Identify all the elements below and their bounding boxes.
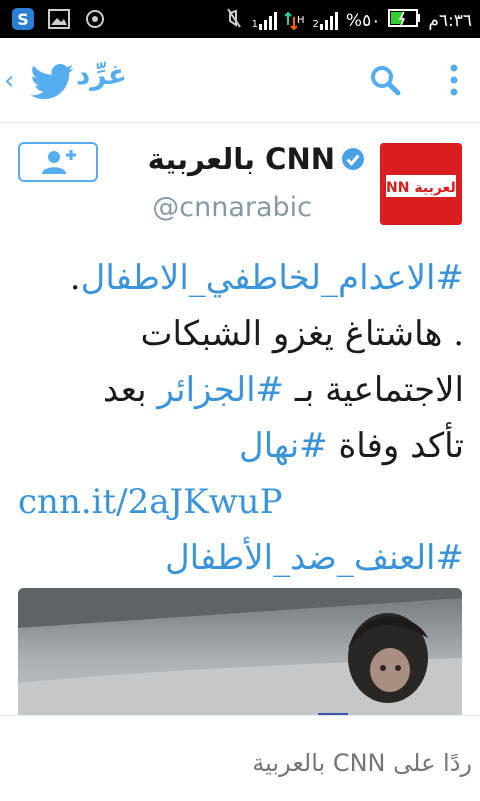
- page-title: غرِّد: [76, 58, 127, 91]
- hashtag-link[interactable]: #الجزائر: [157, 370, 284, 410]
- app-header: ‹ غرِّد: [0, 38, 480, 123]
- tweet-photo[interactable]: [18, 588, 462, 728]
- avatar[interactable]: CNN بالعربية: [380, 143, 462, 225]
- tweet-line-1: #الاعدام_لخاطفي_الاطفال.: [69, 258, 464, 298]
- mute-icon: [224, 7, 244, 34]
- tweet-line-2: . هاشتاغ يغزو الشبكات: [140, 314, 465, 354]
- svg-text:S: S: [17, 10, 29, 29]
- profile-name[interactable]: CNN بالعربية: [148, 142, 335, 176]
- gallery-icon: [46, 6, 72, 32]
- profile-handle[interactable]: @cnnarabic: [152, 192, 312, 223]
- hashtag-link[interactable]: #نهال: [239, 426, 328, 466]
- profile-name-row: CNN بالعربية: [148, 142, 365, 176]
- overflow-menu-icon[interactable]: [440, 60, 468, 100]
- reply-input[interactable]: [10, 742, 474, 784]
- add-user-icon: [42, 150, 76, 174]
- tweet-text: #الاعدام_لخاطفي_الاطفال. . هاشتاغ يغزو ا…: [18, 250, 464, 586]
- signal-1-icon: 1: [252, 11, 278, 30]
- clock: ٦:٣٦م: [428, 10, 472, 31]
- data-arrows-icon: H: [285, 11, 305, 31]
- follow-button[interactable]: [18, 142, 98, 182]
- twitter-bird-icon[interactable]: [30, 64, 74, 100]
- avatar-logo-text: CNN بالعربية: [380, 180, 462, 196]
- tweet-url-link[interactable]: cnn.it/2aJKwuP: [18, 474, 464, 530]
- tweet-line-3: الاجتماعية بـ #الجزائر بعد: [102, 370, 464, 410]
- chevron-left-icon[interactable]: ‹: [4, 66, 14, 96]
- signal-2-icon: 2: [313, 11, 338, 30]
- search-icon[interactable]: [365, 60, 405, 100]
- app-s-icon: S: [10, 6, 36, 32]
- app-notification-icon: [82, 6, 108, 32]
- tweet-line-6: #العنف_ضد_الأطفال: [18, 530, 464, 586]
- tweet-line-4: تأكد وفاة #نهال: [238, 426, 464, 466]
- verified-badge-icon: [341, 147, 365, 171]
- battery-percent: %٥٠: [345, 10, 381, 31]
- reply-bar: [0, 715, 480, 801]
- battery-icon: [388, 9, 421, 32]
- status-bar: S 1 H 2 %٥٠ ٦:٣٦م: [0, 0, 480, 38]
- hashtag-link[interactable]: #الاعدام_لخاطفي_الاطفال: [81, 258, 464, 298]
- hashtag-link[interactable]: #العنف_ضد_الأطفال: [165, 538, 464, 578]
